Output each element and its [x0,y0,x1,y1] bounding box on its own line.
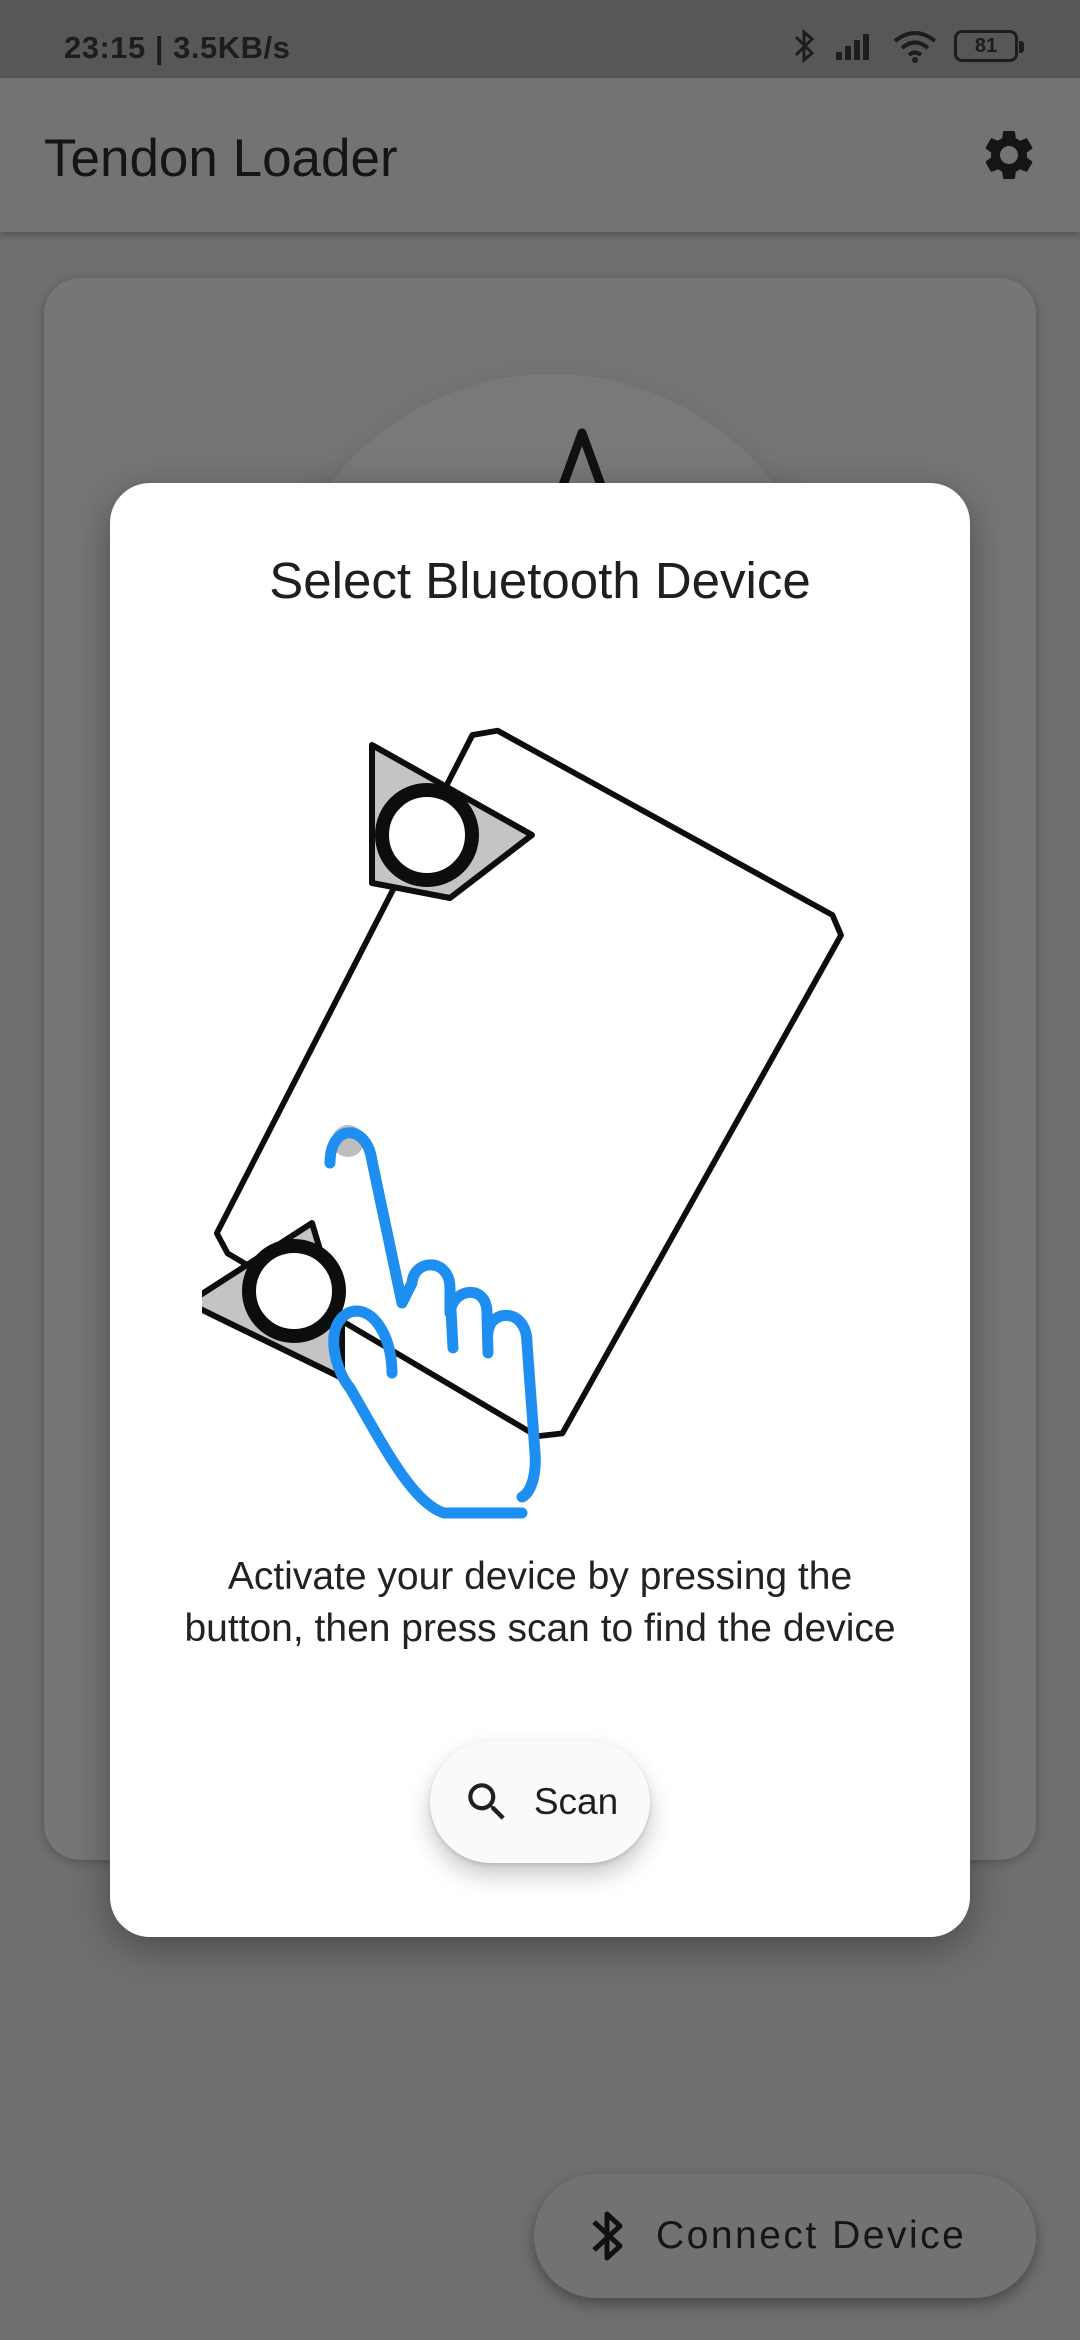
app-title: Tendon Loader [44,129,398,188]
connect-device-label: Connect Device [656,2214,967,2257]
dialog-title: Select Bluetooth Device [269,552,811,609]
gear-icon [985,131,1033,179]
scan-label: Scan [533,1781,619,1822]
device-press-illustration [202,727,844,1519]
battery-icon: 81 [954,30,1024,62]
device-bottom-ring [242,1239,346,1343]
connect-device-button[interactable]: Connect Device [534,2174,1036,2298]
bluetooth-icon [794,28,815,64]
status-time: 23:15 | 3.5KB/s [64,30,291,65]
select-device-dialog: Select Bluetooth Device Activate your de… [110,483,970,1937]
status-icons: 81 [792,28,1024,64]
app-bar: Tendon Loader [0,78,1080,232]
signal-icon [836,34,869,60]
battery-level: 81 [974,34,998,57]
search-icon [468,1783,505,1820]
bluetooth-icon [592,2211,623,2261]
status-bar: 23:15 | 3.5KB/s 81 [0,0,1080,78]
dialog-message: Activate your device by pressing the but… [184,1555,896,1650]
wifi-icon [893,31,937,63]
scan-button[interactable]: Scan [430,1741,650,1863]
device-top-ring [375,783,479,887]
settings-button[interactable] [974,120,1044,190]
